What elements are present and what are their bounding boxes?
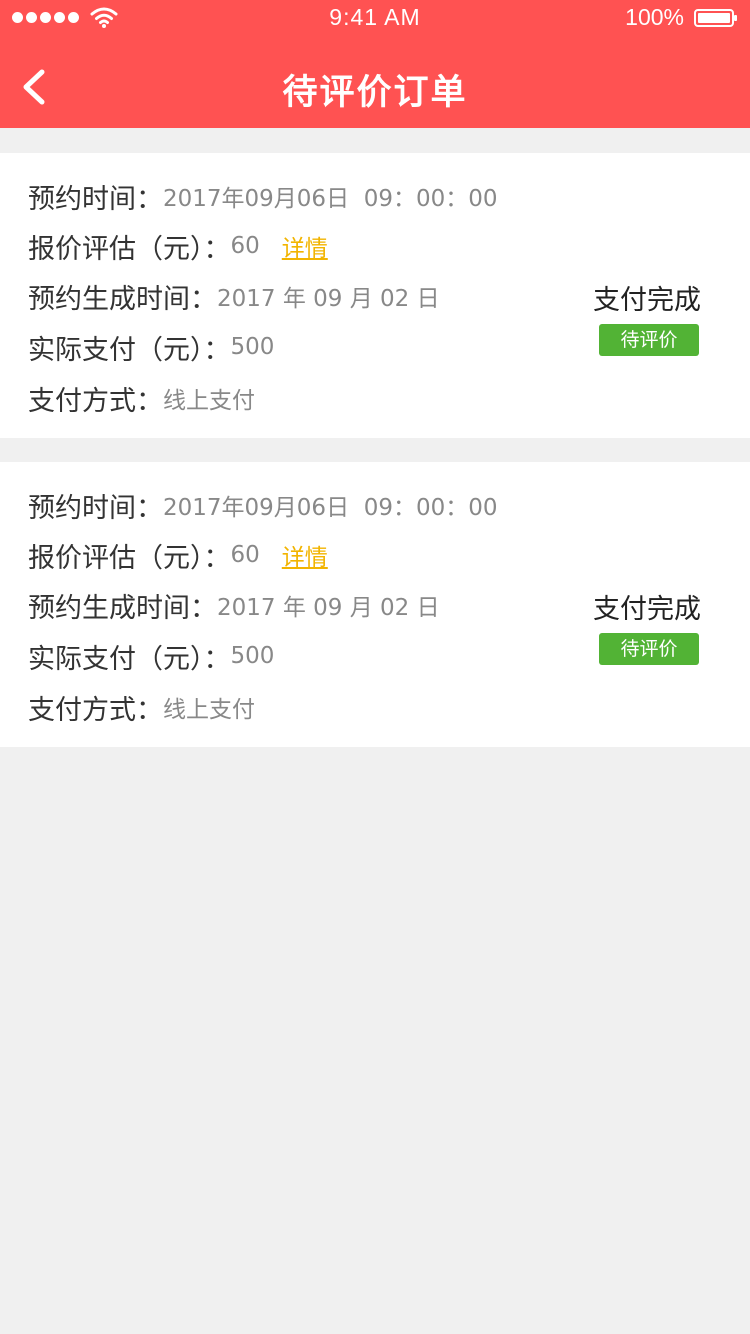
- created-time-label: 预约生成时间：: [28, 592, 217, 624]
- appointment-time-label: 预约时间：: [28, 492, 163, 524]
- status-bar: 9:41 AM 100%: [0, 0, 750, 40]
- paid-amount-label: 实际支付（元）：: [28, 334, 231, 366]
- nav-bar: 待评价订单: [0, 40, 750, 128]
- review-button[interactable]: 待评价: [599, 324, 699, 356]
- created-time-value: 2017 年 09 月 02 日: [217, 595, 440, 621]
- quote-row: 报价评估（元）： 60 详情: [28, 537, 328, 574]
- detail-link[interactable]: 详情: [282, 538, 328, 572]
- created-time-row: 预约生成时间： 2017 年 09 月 02 日: [28, 278, 440, 315]
- appointment-time-row: 预约时间： 2017年09月06日 09：00：00: [28, 487, 498, 524]
- payment-method-row: 支付方式： 线上支付: [28, 689, 255, 726]
- quote-label: 报价评估（元）：: [28, 233, 231, 265]
- order-card: 预约时间： 2017年09月06日 09：00：00 报价评估（元）： 60 详…: [0, 153, 750, 438]
- payment-method-label: 支付方式：: [28, 385, 163, 417]
- created-time-value: 2017 年 09 月 02 日: [217, 286, 440, 312]
- paid-amount-value: 500: [230, 643, 275, 669]
- quote-value: 60: [230, 542, 260, 568]
- page-title: 待评价订单: [282, 73, 468, 113]
- paid-amount-value: 500: [230, 334, 275, 360]
- paid-amount-label: 实际支付（元）：: [28, 643, 231, 675]
- detail-link[interactable]: 详情: [282, 229, 328, 263]
- payment-method-value: 线上支付: [163, 388, 255, 414]
- quote-label: 报价评估（元）：: [28, 542, 231, 574]
- created-time-label: 预约生成时间：: [28, 283, 217, 315]
- review-button[interactable]: 待评价: [599, 633, 699, 665]
- appointment-time-value: 2017年09月06日 09：00：00: [163, 186, 498, 212]
- payment-method-label: 支付方式：: [28, 694, 163, 726]
- battery-icon: [694, 9, 737, 27]
- battery-percent: 100%: [625, 4, 684, 30]
- payment-method-value: 线上支付: [163, 697, 255, 723]
- quote-row: 报价评估（元）： 60 详情: [28, 228, 328, 265]
- header: 9:41 AM 100% 待评价订单: [0, 0, 750, 128]
- paid-amount-row: 实际支付（元）： 500: [28, 329, 275, 366]
- appointment-time-label: 预约时间：: [28, 183, 163, 215]
- appointment-time-row: 预约时间： 2017年09月06日 09：00：00: [28, 178, 498, 215]
- payment-method-row: 支付方式： 线上支付: [28, 380, 255, 417]
- payment-status: 支付完成: [593, 285, 701, 316]
- quote-value: 60: [230, 233, 260, 259]
- order-card: 预约时间： 2017年09月06日 09：00：00 报价评估（元）： 60 详…: [0, 462, 750, 747]
- appointment-time-value: 2017年09月06日 09：00：00: [163, 495, 498, 521]
- payment-status: 支付完成: [593, 594, 701, 625]
- created-time-row: 预约生成时间： 2017 年 09 月 02 日: [28, 587, 440, 624]
- paid-amount-row: 实际支付（元）： 500: [28, 638, 275, 675]
